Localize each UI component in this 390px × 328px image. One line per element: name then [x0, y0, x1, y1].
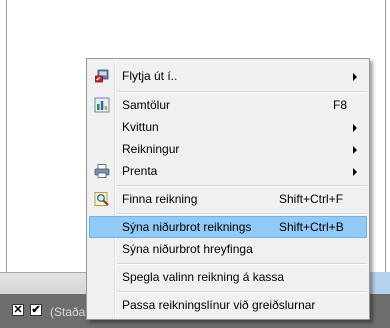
menu-separator — [117, 185, 367, 187]
menu-item-show-invoice-breakdown[interactable]: Sýna niðurbrot reiknings Shift+Ctrl+B — [89, 216, 367, 238]
menu-item-shortcut: Shift+Ctrl+F — [279, 192, 344, 206]
submenu-arrow-icon — [353, 124, 357, 132]
menu-item-label: Samtölur — [122, 98, 171, 112]
menu-item-match-invoice-lines[interactable]: Passa reikningslínur við greiðslurnar — [89, 294, 367, 316]
menu-item-shortcut: Shift+Ctrl+B — [279, 220, 344, 234]
menu-item-label: Flytja út í.. — [122, 69, 178, 83]
status-clear-checkbox[interactable]: ✕ — [12, 304, 24, 316]
submenu-arrow-icon — [353, 168, 357, 176]
menu-item-label: Kvittun — [122, 120, 159, 134]
menu-item-label: Finna reikning — [122, 192, 198, 206]
menu-item-label: Sýna niðurbrot hreyfinga — [122, 242, 253, 256]
menu-separator — [117, 213, 367, 215]
menu-item-label: Spegla valinn reikning á kassa — [122, 270, 285, 284]
menu-separator — [117, 91, 367, 93]
menu-item-label: Reikningur — [122, 142, 180, 156]
find-icon — [94, 191, 110, 207]
menu-item-receipt[interactable]: Kvittun — [89, 116, 367, 138]
menu-item-label: Sýna niðurbrot reiknings — [122, 220, 252, 234]
menu-item-shortcut: F8 — [333, 98, 348, 112]
context-menu: Flytja út í.. Samtölur F8 Kvittun Reikni… — [86, 58, 370, 320]
submenu-arrow-icon — [353, 146, 357, 154]
menu-item-find-invoice[interactable]: Finna reikning Shift+Ctrl+F — [89, 188, 367, 210]
menu-item-totals[interactable]: Samtölur F8 — [89, 94, 367, 116]
menu-item-mirror-invoice[interactable]: Spegla valinn reikning á kassa — [89, 266, 367, 288]
chart-icon — [94, 97, 110, 113]
status-confirm-checkbox[interactable]: ✔ — [30, 304, 42, 316]
window-left-border — [6, 0, 7, 272]
menu-separator — [117, 291, 367, 293]
printer-icon — [94, 163, 110, 179]
menu-item-label: Passa reikningslínur við greiðslurnar — [122, 298, 316, 312]
menu-item-invoice[interactable]: Reikningur — [89, 138, 367, 160]
window-right-border — [385, 0, 386, 272]
menu-item-label: Prenta — [122, 164, 158, 178]
menu-item-export[interactable]: Flytja út í.. — [89, 65, 367, 87]
menu-item-print[interactable]: Prenta — [89, 160, 367, 182]
menu-separator — [117, 263, 367, 265]
submenu-arrow-icon — [353, 73, 357, 81]
export-icon — [94, 68, 110, 84]
menu-item-show-transaction-breakdown[interactable]: Sýna niðurbrot hreyfinga — [89, 238, 367, 260]
